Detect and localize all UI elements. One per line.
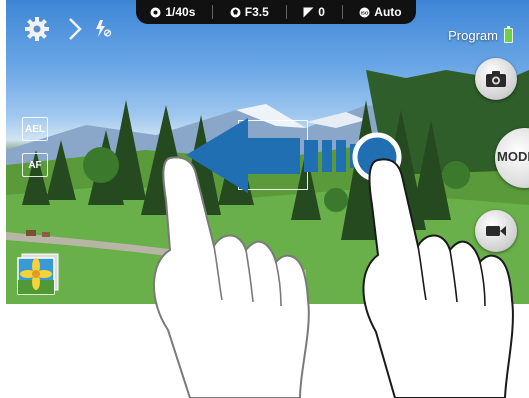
left-hand-illustration	[153, 156, 310, 398]
swipe-left-arrow	[186, 118, 402, 193]
swipe-gesture-illustration	[153, 118, 514, 398]
right-hand-illustration	[362, 158, 514, 398]
